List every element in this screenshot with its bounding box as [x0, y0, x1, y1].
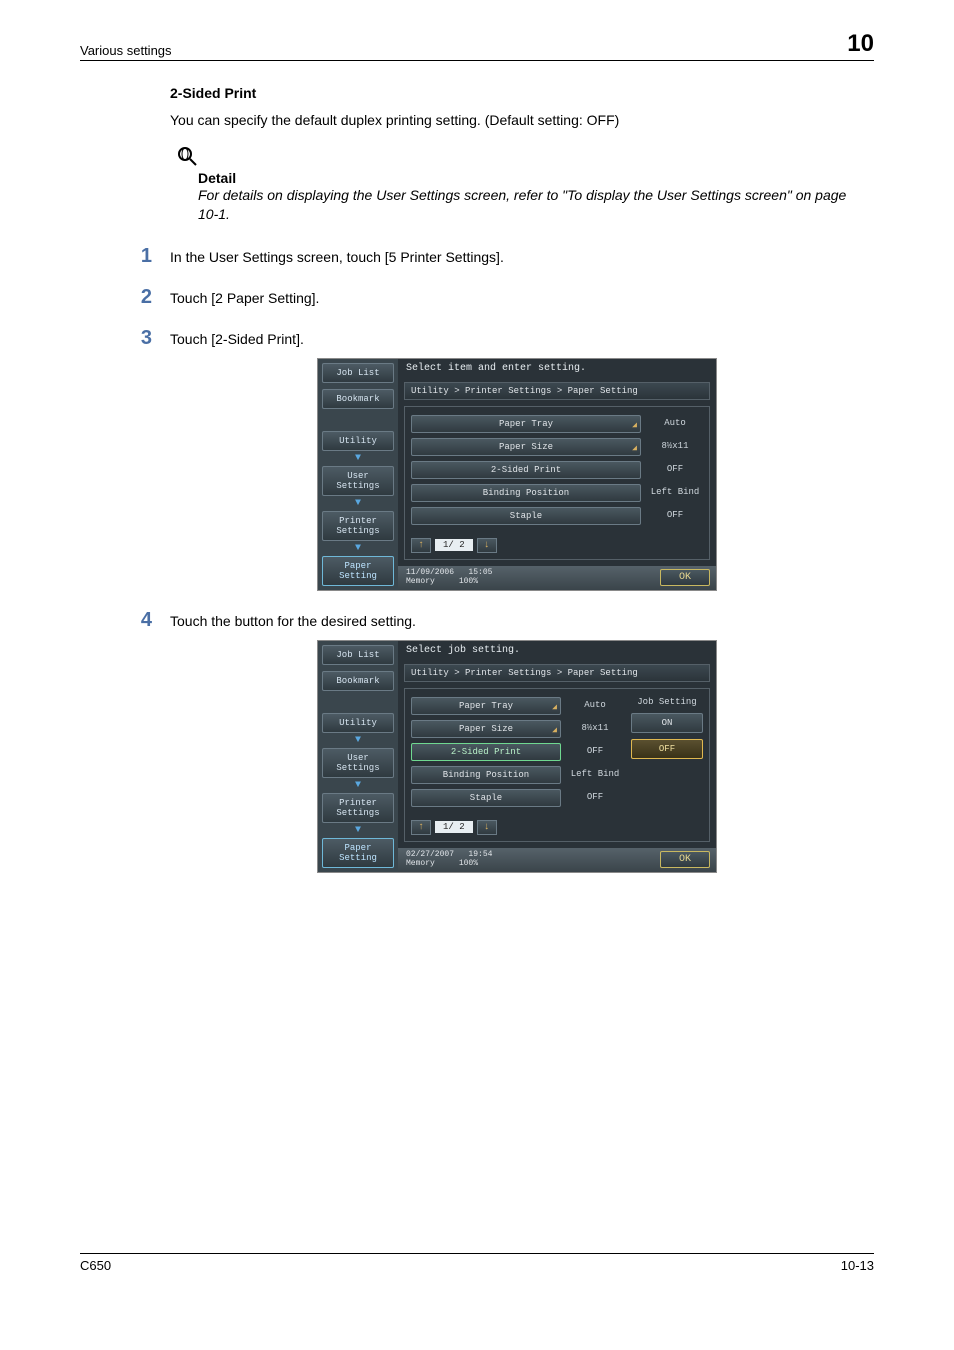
intro-paragraph: You can specify the default duplex print… [170, 111, 864, 131]
utility-button[interactable]: Utility [322, 431, 394, 451]
setting-row-2sided: 2-Sided Print OFF [411, 743, 623, 761]
paper-size-value: 8½x11 [647, 438, 703, 456]
paper-size-button[interactable]: Paper Size◢ [411, 438, 641, 456]
chevron-down-icon: ▼ [322, 780, 394, 791]
ok-button[interactable]: OK [660, 569, 710, 586]
two-sided-print-value: OFF [647, 461, 703, 479]
paper-size-value: 8½x11 [567, 720, 623, 738]
footer-page-number: 10-13 [841, 1258, 874, 1273]
breadcrumb: Utility > Printer Settings > Paper Setti… [404, 382, 710, 400]
header-chapter-number: 10 [847, 30, 874, 58]
binding-position-value: Left Bind [567, 766, 623, 784]
step-text: Touch [2 Paper Setting]. [170, 290, 864, 306]
step-number: 1 [130, 245, 152, 268]
step-1: 1 In the User Settings screen, touch [5 … [170, 245, 864, 268]
page-down-button[interactable]: ↓ [477, 820, 497, 835]
dropdown-icon: ◢ [552, 702, 557, 712]
status-meta: 11/09/2006 15:05 Memory 100% [406, 568, 492, 587]
magnifier-icon [176, 145, 864, 170]
setting-row-2sided: 2-Sided Print OFF [411, 461, 703, 479]
bookmark-tab[interactable]: Bookmark [322, 671, 394, 691]
screen-title: Select job setting. [398, 641, 716, 660]
page-up-button[interactable]: ↑ [411, 820, 431, 835]
step-number: 3 [130, 327, 152, 350]
detail-body: For details on displaying the User Setti… [198, 186, 864, 225]
status-meta: 02/27/2007 19:54 Memory 100% [406, 850, 492, 869]
job-setting-heading: Job Setting [631, 697, 703, 707]
screenshot-job-setting: Job List Bookmark Utility ▼ User Setting… [317, 640, 717, 873]
step-text: In the User Settings screen, touch [5 Pr… [170, 249, 864, 265]
step-text: Touch the button for the desired setting… [170, 613, 864, 629]
setting-row-binding: Binding Position Left Bind [411, 484, 703, 502]
user-settings-button[interactable]: User Settings [322, 748, 394, 778]
setting-row-binding: Binding Position Left Bind [411, 766, 623, 784]
step-number: 2 [130, 286, 152, 309]
paper-tray-value: Auto [567, 697, 623, 715]
utility-button[interactable]: Utility [322, 713, 394, 733]
staple-button[interactable]: Staple [411, 507, 641, 525]
setting-row-staple: Staple OFF [411, 789, 623, 807]
page-indicator: 1/ 2 [435, 539, 473, 551]
printer-settings-button[interactable]: Printer Settings [322, 511, 394, 541]
page-footer: C650 10-13 [80, 1253, 874, 1273]
job-list-tab[interactable]: Job List [322, 645, 394, 665]
step-number: 4 [130, 609, 152, 632]
chevron-down-icon: ▼ [322, 735, 394, 746]
paper-setting-button[interactable]: Paper Setting [322, 838, 394, 868]
two-sided-print-button[interactable]: 2-Sided Print [411, 461, 641, 479]
user-settings-button[interactable]: User Settings [322, 466, 394, 496]
bookmark-tab[interactable]: Bookmark [322, 389, 394, 409]
staple-button[interactable]: Staple [411, 789, 561, 807]
page-up-button[interactable]: ↑ [411, 538, 431, 553]
page-down-button[interactable]: ↓ [477, 538, 497, 553]
header-section-name: Various settings [80, 43, 172, 58]
chevron-down-icon: ▼ [322, 453, 394, 464]
binding-position-button[interactable]: Binding Position [411, 766, 561, 784]
footer-model: C650 [80, 1258, 111, 1273]
paper-size-button[interactable]: Paper Size◢ [411, 720, 561, 738]
on-button[interactable]: ON [631, 713, 703, 733]
section-title: 2-Sided Print [170, 85, 864, 101]
paper-tray-button[interactable]: Paper Tray◢ [411, 415, 641, 433]
printer-settings-button[interactable]: Printer Settings [322, 793, 394, 823]
chevron-down-icon: ▼ [322, 543, 394, 554]
staple-value: OFF [647, 507, 703, 525]
page-indicator: 1/ 2 [435, 821, 473, 833]
staple-value: OFF [567, 789, 623, 807]
two-sided-print-button[interactable]: 2-Sided Print [411, 743, 561, 761]
page-header: Various settings 10 [80, 30, 874, 61]
step-3: 3 Touch [2-Sided Print]. [170, 327, 864, 350]
dropdown-icon: ◢ [632, 420, 637, 430]
paper-tray-button[interactable]: Paper Tray◢ [411, 697, 561, 715]
step-text: Touch [2-Sided Print]. [170, 331, 864, 347]
setting-row-paper-tray: Paper Tray◢ Auto [411, 697, 623, 715]
pager: ↑ 1/ 2 ↓ [411, 820, 623, 835]
job-list-tab[interactable]: Job List [322, 363, 394, 383]
binding-position-value: Left Bind [647, 484, 703, 502]
two-sided-print-value: OFF [567, 743, 623, 761]
job-setting-panel: Job Setting ON OFF [631, 697, 703, 837]
dropdown-icon: ◢ [632, 443, 637, 453]
chevron-down-icon: ▼ [322, 498, 394, 509]
screen-title: Select item and enter setting. [398, 359, 716, 378]
binding-position-button[interactable]: Binding Position [411, 484, 641, 502]
paper-tray-value: Auto [647, 415, 703, 433]
dropdown-icon: ◢ [552, 725, 557, 735]
step-4: 4 Touch the button for the desired setti… [170, 609, 864, 632]
detail-note: Detail For details on displaying the Use… [170, 145, 864, 225]
setting-row-staple: Staple OFF [411, 507, 703, 525]
detail-label: Detail [198, 170, 864, 186]
breadcrumb: Utility > Printer Settings > Paper Setti… [404, 664, 710, 682]
off-button[interactable]: OFF [631, 739, 703, 759]
paper-setting-button[interactable]: Paper Setting [322, 556, 394, 586]
setting-row-paper-size: Paper Size◢ 8½x11 [411, 720, 623, 738]
step-2: 2 Touch [2 Paper Setting]. [170, 286, 864, 309]
pager: ↑ 1/ 2 ↓ [411, 538, 703, 553]
setting-row-paper-size: Paper Size◢ 8½x11 [411, 438, 703, 456]
ok-button[interactable]: OK [660, 851, 710, 868]
chevron-down-icon: ▼ [322, 825, 394, 836]
setting-row-paper-tray: Paper Tray◢ Auto [411, 415, 703, 433]
screenshot-paper-setting: Job List Bookmark Utility ▼ User Setting… [317, 358, 717, 591]
